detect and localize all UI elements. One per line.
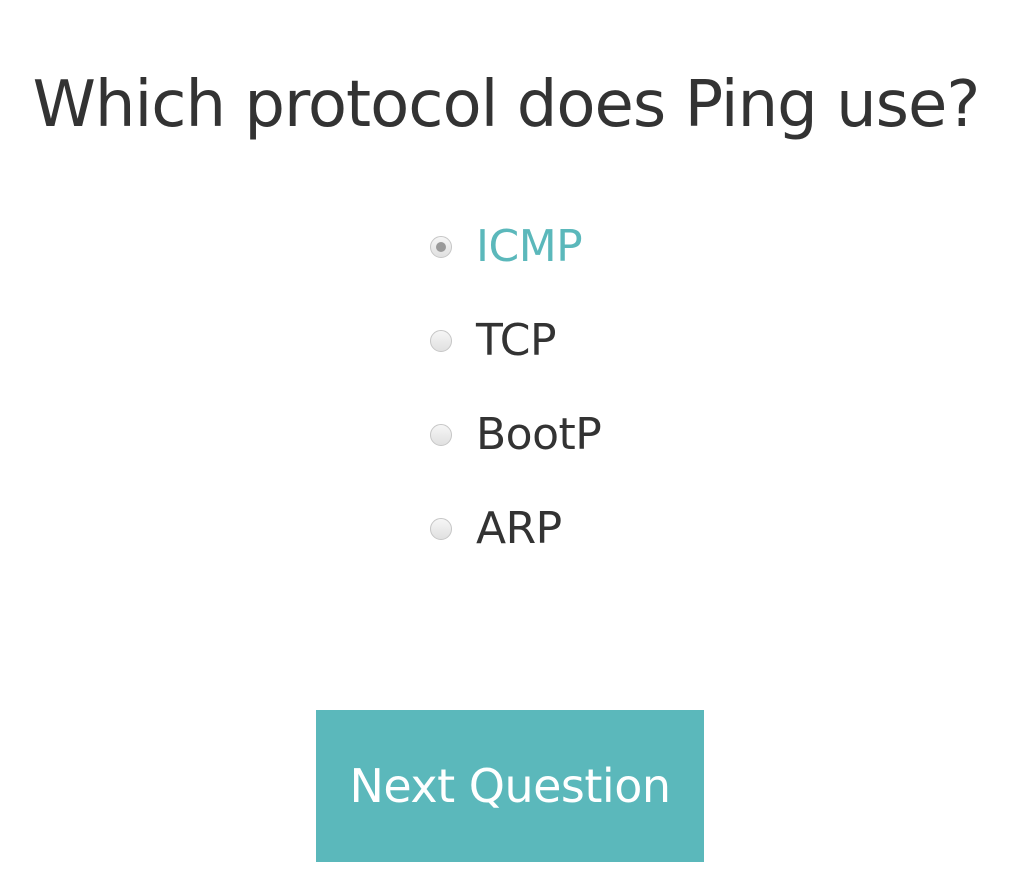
- radio-button-icmp[interactable]: [430, 236, 452, 258]
- answer-options: ICMP TCP BootP ARP: [430, 200, 830, 576]
- next-question-button[interactable]: Next Question: [316, 710, 704, 862]
- question-title: Which protocol does Ping use?: [32, 67, 981, 142]
- option-label-arp: ARP: [476, 503, 562, 554]
- option-icmp[interactable]: ICMP: [430, 200, 830, 294]
- option-tcp[interactable]: TCP: [430, 294, 830, 388]
- option-label-icmp: ICMP: [476, 221, 583, 272]
- option-label-bootp: BootP: [476, 409, 602, 460]
- radio-button-arp[interactable]: [430, 518, 452, 540]
- option-label-tcp: TCP: [476, 315, 557, 366]
- option-bootp[interactable]: BootP: [430, 388, 830, 482]
- radio-button-tcp[interactable]: [430, 330, 452, 352]
- radio-button-bootp[interactable]: [430, 424, 452, 446]
- option-arp[interactable]: ARP: [430, 482, 830, 576]
